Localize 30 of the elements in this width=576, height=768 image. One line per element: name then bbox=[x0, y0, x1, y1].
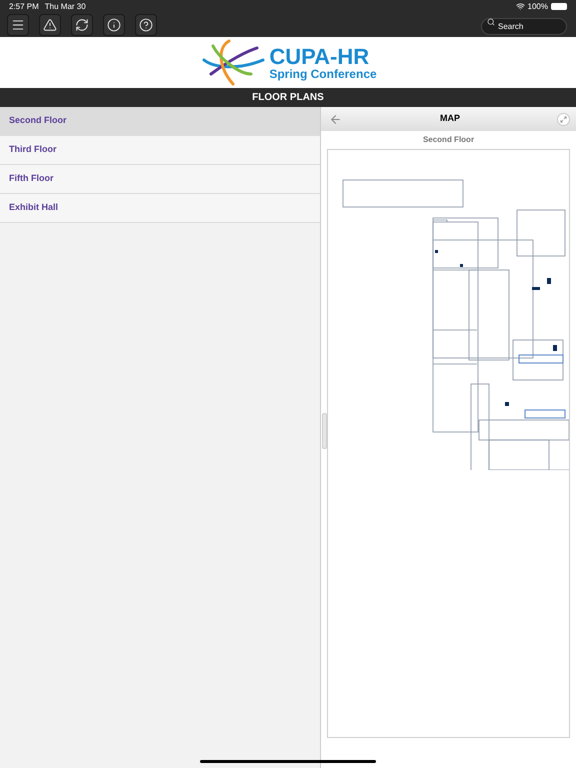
map-title: MAP bbox=[440, 112, 460, 126]
expand-button[interactable] bbox=[557, 112, 570, 126]
map-caption: Second Floor bbox=[422, 134, 474, 146]
search-icon bbox=[487, 18, 495, 26]
refresh-button[interactable] bbox=[71, 14, 93, 36]
info-icon bbox=[107, 18, 121, 32]
logo-subtitle: Spring Conference bbox=[269, 68, 377, 80]
search-field[interactable]: Search bbox=[481, 18, 567, 35]
help-button[interactable] bbox=[135, 14, 157, 36]
logo-title: CUPA-HR bbox=[269, 46, 370, 68]
expand-icon bbox=[560, 116, 567, 122]
split-handle[interactable] bbox=[322, 413, 327, 449]
question-mark-icon bbox=[139, 18, 153, 32]
battery-percent: 100% bbox=[528, 0, 548, 12]
section-title: FLOOR PLANS bbox=[252, 91, 324, 105]
warning-button[interactable] bbox=[39, 14, 61, 36]
floor-list-item[interactable]: Third Floor bbox=[0, 136, 320, 165]
status-time: 2:57 PM bbox=[9, 0, 39, 12]
floor-list-item[interactable]: Second Floor bbox=[0, 107, 320, 136]
menu-icon bbox=[11, 18, 25, 32]
refresh-icon bbox=[75, 18, 89, 32]
left-arrow-icon bbox=[328, 112, 342, 126]
warning-triangle-icon bbox=[43, 18, 57, 32]
menu-button[interactable] bbox=[7, 14, 29, 36]
info-button[interactable] bbox=[103, 14, 125, 36]
floor-list-item[interactable]: Exhibit Hall bbox=[0, 194, 320, 223]
battery-icon bbox=[551, 3, 567, 10]
wifi-icon bbox=[516, 2, 525, 11]
status-date: Thu Mar 30 bbox=[44, 0, 86, 12]
floor-list-item[interactable]: Fifth Floor bbox=[0, 165, 320, 194]
